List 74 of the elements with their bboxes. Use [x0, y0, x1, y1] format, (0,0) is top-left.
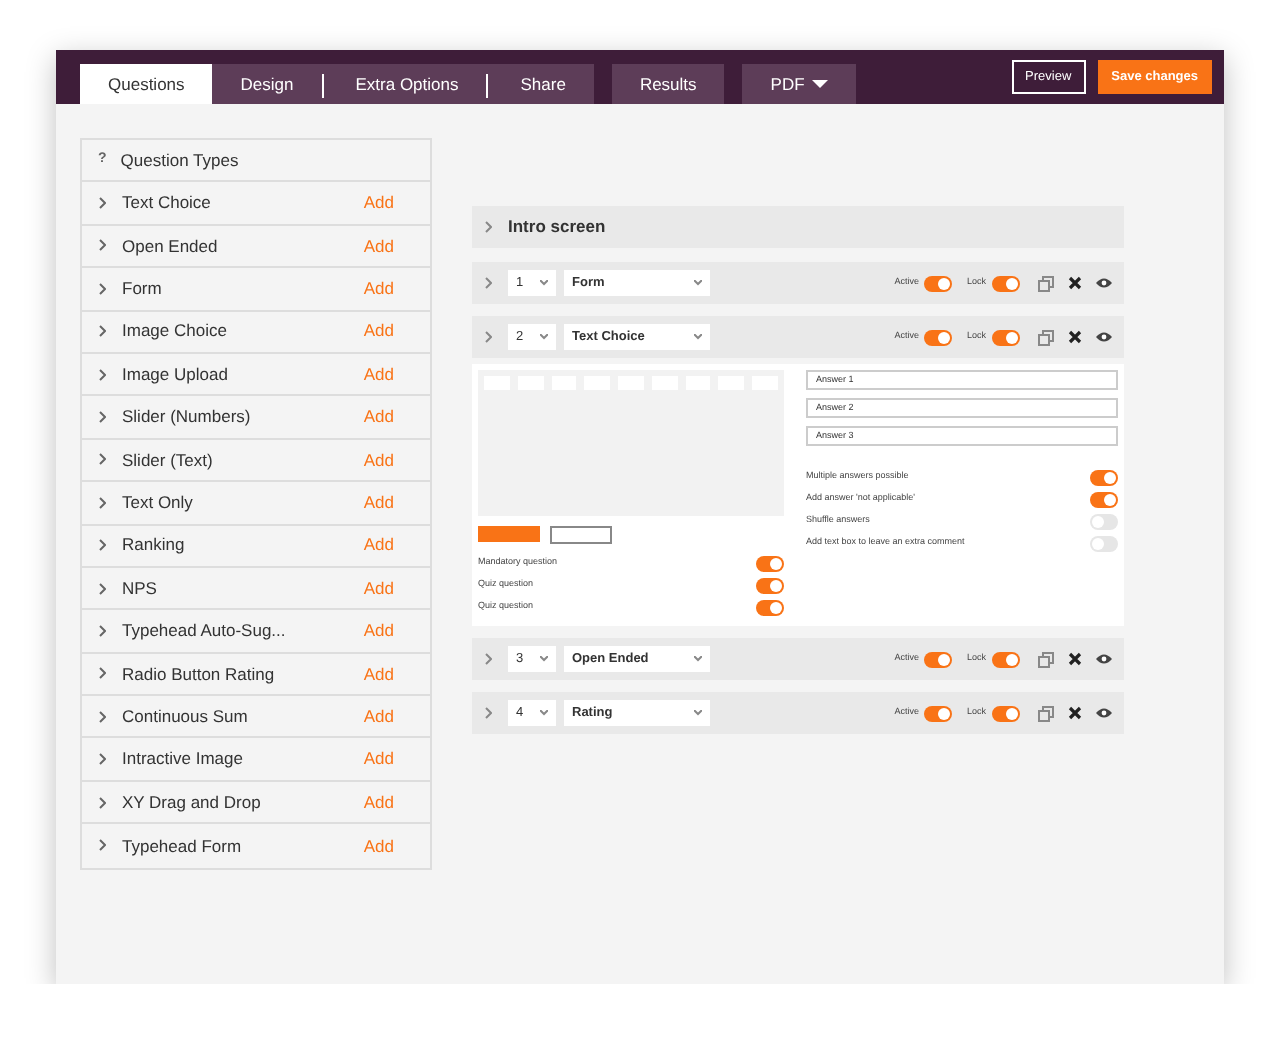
toggle-switch[interactable]	[992, 651, 1020, 667]
chevron-icon[interactable]	[98, 196, 106, 211]
chevron-icon[interactable]	[98, 623, 106, 638]
tab[interactable]: Share	[486, 64, 594, 104]
question-type-label: Continuous Sum	[122, 703, 248, 730]
question-type-label: NPS	[122, 575, 157, 601]
toggle-switch[interactable]	[992, 329, 1020, 345]
secondary-action-button[interactable]	[550, 526, 612, 544]
toggle-switch[interactable]	[1090, 469, 1118, 485]
question-type-label: Slider (Text)	[122, 447, 213, 473]
chevron-icon[interactable]	[98, 238, 106, 253]
chevron-icon[interactable]	[484, 652, 492, 666]
tab[interactable]: Results	[611, 64, 725, 104]
chevron-icon[interactable]	[98, 666, 106, 681]
toggle-switch[interactable]	[1090, 491, 1118, 507]
sidebar-title: Question Types	[120, 147, 239, 174]
question-type-label: Text Choice	[122, 190, 211, 216]
section-title: Intro screen	[508, 214, 606, 240]
toggle-switch[interactable]	[756, 555, 784, 571]
question-type-label: XY Drag and Drop	[122, 789, 261, 815]
eye-icon[interactable]	[1096, 330, 1112, 344]
copy-icon[interactable]	[1038, 329, 1054, 345]
copy-icon[interactable]	[1038, 651, 1054, 667]
close-icon[interactable]	[1068, 652, 1082, 666]
question-type-label: Intractive Image	[122, 746, 243, 773]
close-icon[interactable]	[1068, 330, 1082, 344]
chevron-icon[interactable]	[484, 706, 492, 720]
chevron-icon[interactable]	[98, 538, 106, 553]
chevron-icon[interactable]	[484, 276, 492, 290]
question-type-label: Text Only	[122, 489, 193, 516]
question-type-label: Image Upload	[122, 361, 228, 388]
tab[interactable]: Questions	[80, 64, 213, 104]
chevron-icon[interactable]	[98, 367, 106, 382]
chevron-icon[interactable]	[98, 752, 106, 767]
chevron-icon[interactable]	[98, 410, 106, 425]
caret-icon[interactable]	[812, 80, 829, 88]
chevron-icon[interactable]	[98, 281, 106, 296]
chevron-icon[interactable]	[98, 795, 106, 810]
question-type-label: Radio Button Rating	[122, 661, 275, 687]
close-icon[interactable]	[1068, 276, 1082, 290]
chevron-icon[interactable]	[98, 709, 106, 724]
tab[interactable]: Design	[212, 64, 322, 104]
tab[interactable]: Extra Options	[321, 64, 487, 104]
question-type-label: Slider (Numbers)	[122, 404, 251, 430]
question-type-label: Form	[122, 275, 162, 302]
chevron-icon[interactable]	[484, 220, 492, 234]
question-type-label: Ranking	[122, 532, 185, 559]
toggle-switch[interactable]	[1090, 513, 1118, 529]
toggle-switch[interactable]	[924, 651, 953, 667]
question-type-label: Image Choice	[122, 318, 227, 345]
toggle-switch[interactable]	[924, 329, 953, 345]
tab[interactable]: PDF	[742, 64, 857, 104]
chevron-icon[interactable]	[98, 581, 106, 596]
toggle-switch[interactable]	[924, 705, 953, 721]
toggle-switch[interactable]	[756, 599, 784, 615]
toggle-switch[interactable]	[756, 577, 784, 593]
question-type-label: Typehead Auto-Sug...	[122, 618, 286, 644]
eye-icon[interactable]	[1096, 652, 1112, 666]
eye-icon[interactable]	[1096, 706, 1112, 720]
toggle-switch[interactable]	[992, 275, 1020, 291]
copy-icon[interactable]	[1038, 705, 1054, 721]
chevron-icon[interactable]	[98, 838, 106, 853]
question-type-label: Open Ended	[122, 233, 218, 259]
chevron-icon[interactable]	[98, 495, 106, 510]
toggle-switch[interactable]	[992, 705, 1020, 721]
close-icon[interactable]	[1068, 706, 1082, 720]
chevron-icon[interactable]	[484, 330, 492, 344]
copy-icon[interactable]	[1038, 275, 1054, 291]
toggle-switch[interactable]	[924, 275, 953, 291]
chevron-icon[interactable]	[98, 324, 106, 339]
toggle-switch[interactable]	[1090, 535, 1118, 551]
question-type-label: Typehead Form	[122, 833, 242, 859]
eye-icon[interactable]	[1096, 276, 1112, 290]
chevron-icon[interactable]	[98, 452, 106, 467]
